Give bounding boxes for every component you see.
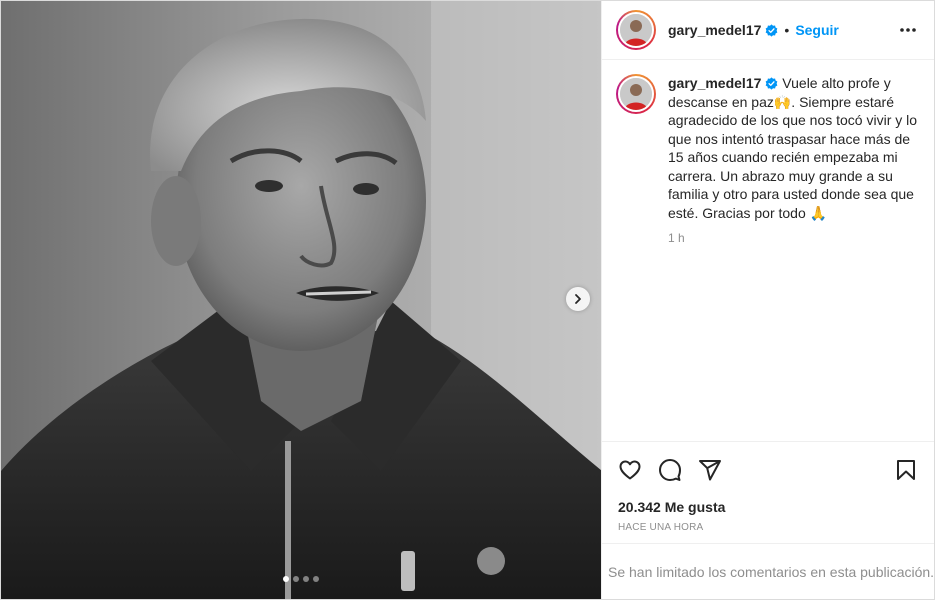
- more-options-button[interactable]: [896, 18, 920, 42]
- caption-timestamp[interactable]: 1 h: [668, 229, 920, 248]
- bookmark-icon: [897, 459, 915, 480]
- carousel-dot: [313, 576, 319, 582]
- chevron-right-icon: [575, 294, 581, 304]
- carousel-next-button[interactable]: [566, 287, 590, 311]
- comment-button[interactable]: [650, 450, 690, 490]
- post-header: gary_medel17 • Seguir: [602, 1, 934, 60]
- verified-badge-icon: [766, 77, 778, 90]
- caption-section: gary_medel17 Vuele alto profe y descanse…: [602, 60, 934, 441]
- like-button[interactable]: [610, 450, 650, 490]
- carousel-indicator: [1, 576, 601, 582]
- carousel-dot: [303, 576, 309, 582]
- verified-badge-icon: [766, 23, 778, 37]
- post-photo: [1, 1, 601, 599]
- caption-text: gary_medel17 Vuele alto profe y descanse…: [668, 74, 920, 441]
- post-media: [1, 1, 601, 599]
- post-dialog: gary_medel17 • Seguir gary_medel17 Vuele…: [0, 0, 935, 600]
- carousel-dot-active: [283, 576, 289, 582]
- share-icon: [699, 459, 721, 480]
- likes-count[interactable]: 20.342 Me gusta: [602, 497, 934, 517]
- post-timestamp[interactable]: HACE UNA HORA: [602, 517, 934, 543]
- share-button[interactable]: [690, 450, 730, 490]
- caption-username[interactable]: gary_medel17: [668, 75, 761, 91]
- comment-icon: [659, 458, 681, 481]
- carousel-dot: [293, 576, 299, 582]
- author-username[interactable]: gary_medel17: [668, 22, 761, 38]
- post-side-panel: gary_medel17 • Seguir gary_medel17 Vuele…: [601, 1, 934, 599]
- action-bar: [602, 441, 934, 497]
- author-avatar[interactable]: [616, 10, 656, 50]
- more-options-icon: [900, 28, 916, 32]
- heart-icon: [619, 460, 641, 479]
- caption-content: Vuele alto profe y descanse en paz🙌. Sie…: [668, 75, 918, 221]
- header-separator: •: [784, 22, 790, 38]
- save-button[interactable]: [886, 450, 926, 490]
- follow-button[interactable]: Seguir: [795, 22, 839, 38]
- comments-limited-notice: Se han limitado los comentarios en esta …: [602, 543, 934, 599]
- caption-avatar[interactable]: [616, 74, 656, 114]
